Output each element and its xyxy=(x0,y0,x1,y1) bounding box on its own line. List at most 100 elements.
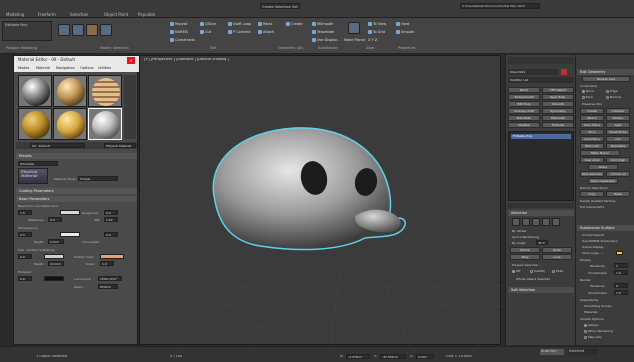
cut-button[interactable]: Cut xyxy=(606,136,630,142)
tessellate-button[interactable]: Tessellate xyxy=(312,29,334,35)
material-type-button[interactable]: Physical Material xyxy=(104,143,136,148)
paste-button[interactable]: Paste xyxy=(606,191,630,197)
z-coordinate-field[interactable]: 0.0cm xyxy=(416,354,434,359)
modifier-button[interactable]: Unwrap UVW xyxy=(508,108,540,114)
msmooth-button[interactable]: MSmooth xyxy=(312,21,334,27)
y-coordinate-field[interactable]: -31.554cm xyxy=(380,354,406,359)
modifier-button[interactable]: Bend xyxy=(508,87,540,93)
to-view-button[interactable]: To View xyxy=(368,21,386,27)
menu-modes[interactable]: Modes xyxy=(18,66,29,70)
material-name-field[interactable]: 09 - Default xyxy=(30,143,85,148)
modifier-button[interactable]: ShellSel xyxy=(508,122,540,128)
selection-set-dropdown[interactable]: Create Selection Set xyxy=(260,3,300,9)
edit-geometry-header[interactable]: Edit Geometry xyxy=(577,69,634,75)
attach-button[interactable]: Attach xyxy=(580,115,604,121)
repeat-last-button[interactable]: Repeat Last xyxy=(582,76,630,82)
metalness-field[interactable]: 0.0 xyxy=(48,217,62,222)
element-mode-icon[interactable] xyxy=(552,218,560,226)
make-planar-icon[interactable] xyxy=(348,22,360,34)
use-nurms-checkbox[interactable]: Use NURMS Subdivision xyxy=(582,239,618,243)
selection-rollout-header[interactable]: Selection xyxy=(508,210,574,216)
polygon-icon[interactable] xyxy=(86,24,98,36)
subdivision-surface-header[interactable]: Subdivision Surface xyxy=(577,225,634,231)
emission-color-swatch[interactable] xyxy=(44,276,64,281)
polygon-mode-icon[interactable] xyxy=(542,218,550,226)
menu-options[interactable]: Options xyxy=(80,66,94,70)
show-cage-checkbox[interactable]: Show Cage...... xyxy=(582,251,604,255)
vertex-mode-icon[interactable] xyxy=(512,218,520,226)
constraints-button[interactable]: Constraints xyxy=(170,37,195,43)
create-button[interactable]: Create xyxy=(580,108,604,114)
basic-params-header[interactable]: Basic Parameters xyxy=(16,196,137,202)
always-radio[interactable]: Always xyxy=(584,323,599,327)
attach-button[interactable]: Attach xyxy=(258,29,274,35)
sample-slot[interactable] xyxy=(18,108,52,140)
key-filter-dropdown[interactable]: Selected xyxy=(568,349,598,355)
use-displace-button[interactable]: Use Displac.. xyxy=(312,37,340,43)
x-coordinate-field[interactable]: -4.378cm xyxy=(346,354,370,359)
presets-header[interactable]: Presets xyxy=(16,153,137,159)
detach-button[interactable]: Detach xyxy=(606,115,630,121)
qslice-button[interactable]: QSlice xyxy=(200,21,216,27)
base-color-swatch[interactable] xyxy=(60,210,80,215)
emission-field[interactable]: 0.0 xyxy=(18,276,32,281)
reset-plane-button[interactable]: Reset Plane xyxy=(606,129,630,135)
close-icon[interactable]: × xyxy=(127,57,135,64)
slice-button[interactable]: Slice xyxy=(580,129,604,135)
border-mode-icon[interactable] xyxy=(532,218,540,226)
make-planar-button[interactable]: Make Planar xyxy=(580,150,620,156)
p-connect-button[interactable]: P Connect xyxy=(228,29,251,35)
loop-button[interactable]: Loop xyxy=(542,254,572,260)
modifier-stack[interactable]: Editable Poly xyxy=(508,131,574,201)
to-grid-button[interactable]: To Grid xyxy=(368,29,385,35)
menu-utilities[interactable]: Utilities xyxy=(98,66,111,70)
base-weight-field[interactable]: 1.0 xyxy=(18,210,32,215)
menu-navigation[interactable]: Navigation xyxy=(56,66,75,70)
vertex-icon[interactable] xyxy=(58,24,70,36)
repeat-button[interactable]: Repeat xyxy=(170,21,187,27)
presets-dropdown[interactable]: (Finishes) xyxy=(18,161,58,166)
tessellate-button[interactable]: Tessellate xyxy=(606,143,630,149)
transparency-color-swatch[interactable] xyxy=(60,232,80,237)
modifier-button[interactable]: MSmooth xyxy=(542,115,574,121)
element-icon[interactable] xyxy=(100,24,112,36)
delete-isolated-checkbox[interactable]: Delete Isolated Vertices xyxy=(580,199,616,203)
swift-loop-button[interactable]: Swift Loop xyxy=(228,21,251,27)
collapse-button[interactable]: Collapse xyxy=(606,108,630,114)
modifier-button[interactable]: Symmetry xyxy=(542,108,574,114)
hide-unselected-button[interactable]: Hide Unselected xyxy=(588,178,618,184)
modifier-button[interactable]: Extrude xyxy=(542,122,574,128)
ignore-backfacing-checkbox[interactable]: Ignore Backfacing xyxy=(512,235,539,239)
transparency-field[interactable]: 0.0 xyxy=(18,232,32,237)
quickslice-button[interactable]: QuickSlice xyxy=(580,136,604,142)
shrink-button[interactable]: Shrink xyxy=(510,247,540,253)
nurms-button[interactable]: NURMS xyxy=(170,29,188,35)
relax-button[interactable]: Relax xyxy=(258,21,273,27)
soft-selection-header[interactable]: Soft Selection xyxy=(508,287,574,293)
smooth-button[interactable]: Smooth xyxy=(396,29,415,35)
constraint-face-radio[interactable]: Face xyxy=(582,95,593,99)
object-color-swatch[interactable] xyxy=(561,69,567,75)
manually-radio[interactable]: Manually xyxy=(584,335,602,339)
scatter-color-swatch[interactable] xyxy=(100,254,124,259)
auto-key-button[interactable]: Auto Key xyxy=(540,349,564,355)
modifier-button[interactable]: Smooth xyxy=(542,101,574,107)
ior-field[interactable]: 1.52 xyxy=(104,217,118,222)
slice-plane-button[interactable]: Slice Plane xyxy=(580,122,604,128)
grow-button[interactable]: Grow xyxy=(542,247,572,253)
hide-selected-button[interactable]: Hide Selected xyxy=(580,171,604,177)
grid-align-button[interactable]: Grid Align xyxy=(606,157,630,163)
kelvin-field[interactable]: 6500.0 xyxy=(98,284,118,289)
msmooth-button[interactable]: MSmooth xyxy=(580,143,604,149)
depth-field[interactable]: 0.0cm xyxy=(48,239,64,244)
scale-field[interactable]: 1.0 xyxy=(100,261,114,266)
sample-slot[interactable] xyxy=(88,75,122,107)
modifier-button[interactable]: Open Edg.. xyxy=(542,94,574,100)
object-name-field[interactable]: Object001 xyxy=(508,69,558,75)
modifier-button[interactable]: Edit Mesh xyxy=(508,115,540,121)
viewport-label[interactable]: [+] [Perspective ] [Standard ] [Default … xyxy=(144,58,229,62)
constraint-normal-radio[interactable]: Normal xyxy=(606,95,621,99)
roughness-field[interactable]: 0.0 xyxy=(104,210,118,215)
sss-depth-field[interactable]: 10.0cm xyxy=(48,261,64,266)
sample-slot[interactable] xyxy=(53,75,87,107)
